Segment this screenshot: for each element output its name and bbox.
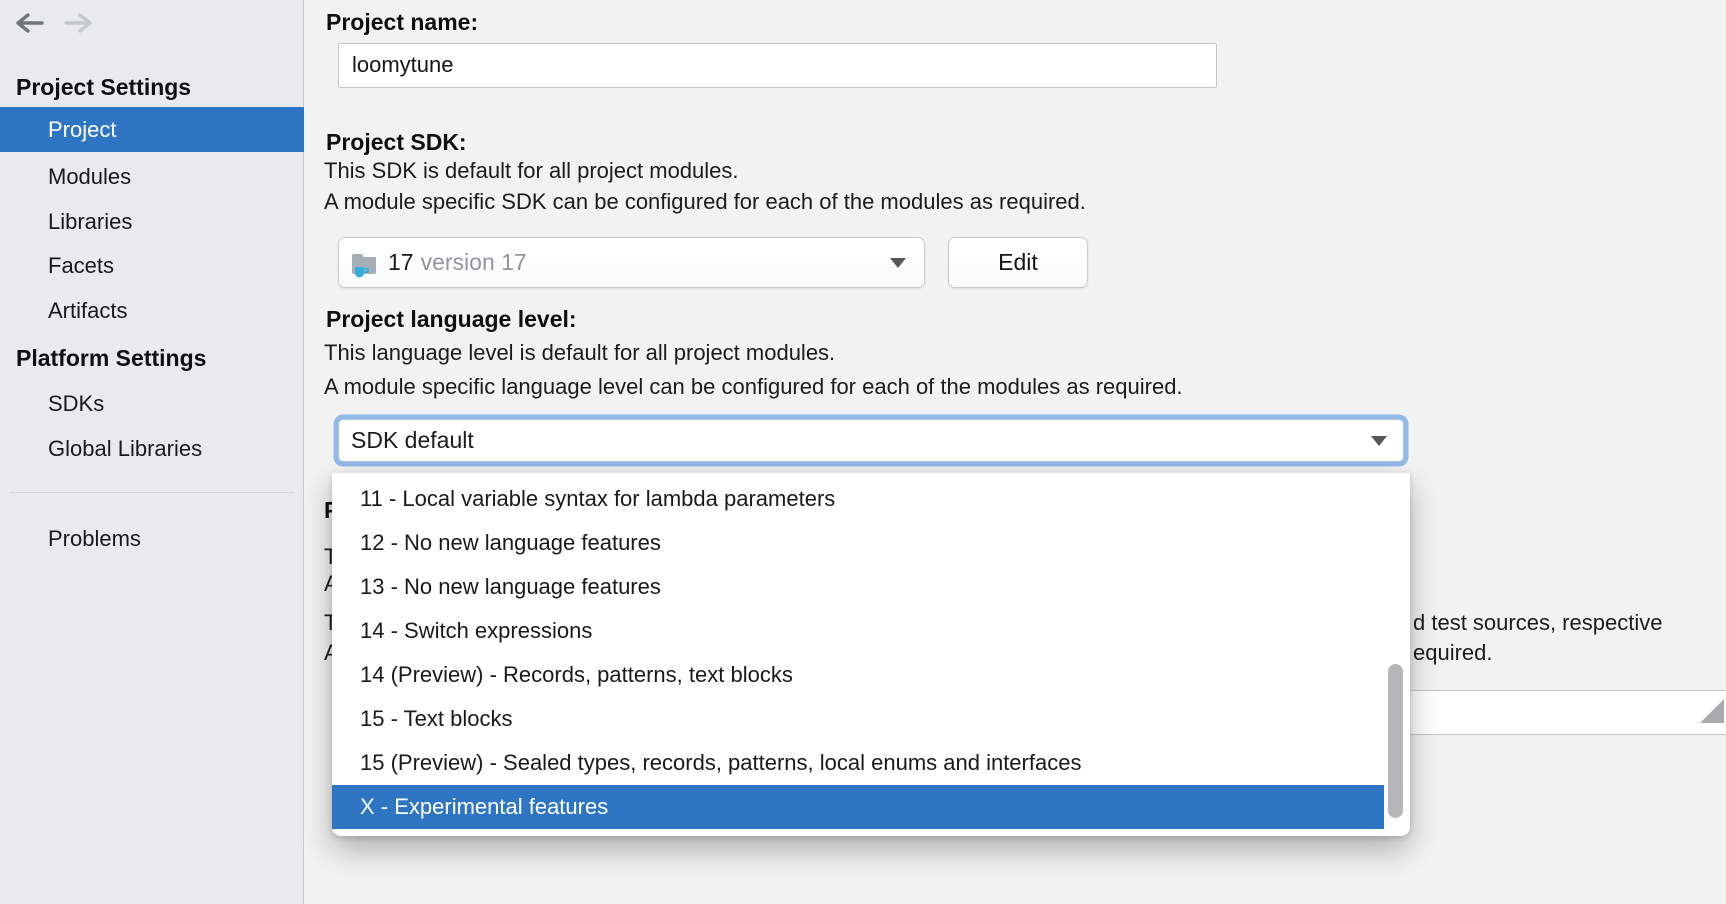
language-level-description-1: This language level is default for all p…: [324, 340, 835, 366]
project-settings-header: Project Settings: [16, 74, 191, 100]
language-level-label: Project language level:: [326, 306, 577, 332]
sidebar-item-problems[interactable]: Problems: [0, 516, 304, 561]
obscured-text-right-fragment-1: d test sources, respective: [1413, 610, 1662, 636]
sidebar-divider: [10, 492, 294, 493]
jdk-icon: [351, 248, 379, 278]
dropdown-option-11[interactable]: 11 - Local variable syntax for lambda pa…: [332, 477, 1384, 521]
language-level-description-2: A module specific language level can be …: [324, 374, 1183, 400]
dropdown-option-x-experimental[interactable]: X - Experimental features: [332, 785, 1384, 829]
sidebar-item-artifacts[interactable]: Artifacts: [0, 288, 304, 333]
dropdown-option-13[interactable]: 13 - No new language features: [332, 565, 1384, 609]
sidebar-item-libraries[interactable]: Libraries: [0, 199, 304, 244]
language-level-dropdown-list: 11 - Local variable syntax for lambda pa…: [332, 472, 1410, 836]
project-sdk-label: Project SDK:: [326, 129, 467, 155]
project-sdk-description-1: This SDK is default for all project modu…: [324, 158, 739, 184]
sidebar-item-sdks[interactable]: SDKs: [0, 381, 304, 426]
history-nav: [14, 8, 94, 38]
sdk-selected-name: 17: [388, 249, 414, 276]
dropdown-scrollbar-thumb[interactable]: [1388, 664, 1403, 818]
sidebar-item-facets[interactable]: Facets: [0, 243, 304, 288]
project-structure-dialog: { "sidebar": { "back_icon": "left-arrow"…: [0, 0, 1726, 904]
project-sdk-combobox[interactable]: 17 version 17: [338, 237, 925, 288]
language-level-combobox[interactable]: SDK default: [338, 419, 1404, 462]
expand-field-icon[interactable]: [1700, 699, 1726, 728]
platform-settings-header: Platform Settings: [16, 345, 206, 371]
sidebar-item-modules[interactable]: Modules: [0, 154, 304, 199]
sidebar-item-project[interactable]: Project: [0, 107, 304, 152]
project-sdk-description-2: A module specific SDK can be configured …: [324, 189, 1086, 215]
dropdown-option-14[interactable]: 14 - Switch expressions: [332, 609, 1384, 653]
language-level-selected-value: SDK default: [351, 427, 474, 454]
chevron-down-icon: [1371, 436, 1387, 446]
project-name-input[interactable]: loomytune: [338, 43, 1217, 88]
sidebar-item-global-libraries[interactable]: Global Libraries: [0, 426, 304, 471]
edit-sdk-button[interactable]: Edit: [948, 237, 1088, 288]
back-arrow-icon[interactable]: [14, 8, 46, 38]
forward-arrow-icon[interactable]: [62, 8, 94, 38]
dropdown-option-15[interactable]: 15 - Text blocks: [332, 697, 1384, 741]
sdk-selected-version: version 17: [421, 249, 527, 276]
dropdown-option-12[interactable]: 12 - No new language features: [332, 521, 1384, 565]
dropdown-option-14-preview[interactable]: 14 (Preview) - Records, patterns, text b…: [332, 653, 1384, 697]
sidebar: Project Settings Project Modules Librari…: [0, 0, 304, 904]
obscured-text-right-fragment-2: equired.: [1413, 640, 1493, 666]
project-name-label: Project name:: [326, 9, 478, 35]
dropdown-option-15-preview[interactable]: 15 (Preview) - Sealed types, records, pa…: [332, 741, 1384, 785]
chevron-down-icon: [890, 258, 906, 268]
